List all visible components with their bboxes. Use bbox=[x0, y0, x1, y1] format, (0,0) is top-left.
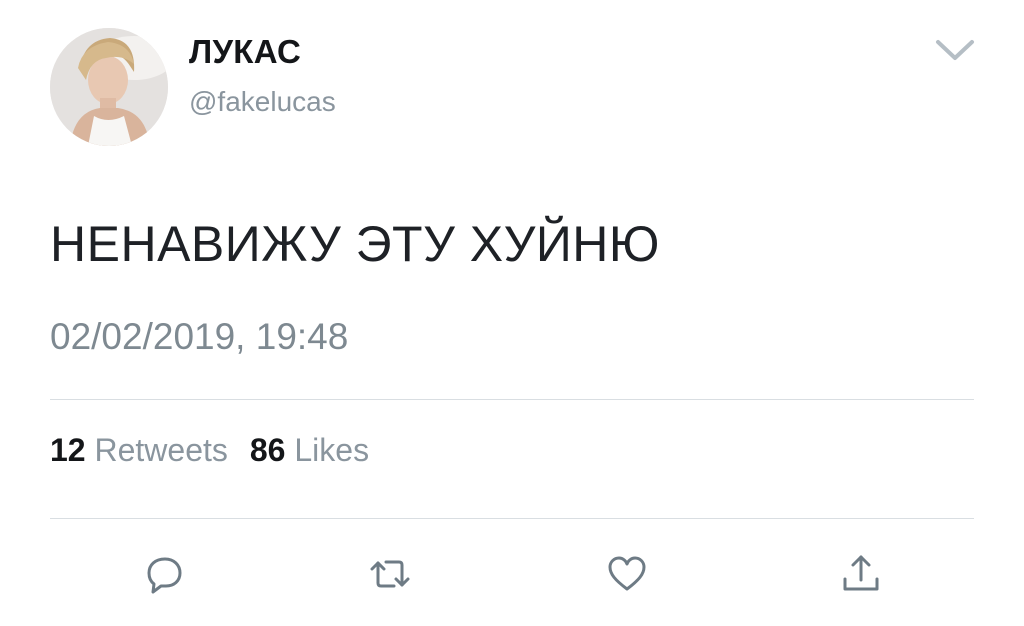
tweet-detail: ЛУКАС @fakelucas НЕНАВИЖУ ЭТУ ХУЙНЮ 02/0… bbox=[0, 0, 1024, 626]
display-name[interactable]: ЛУКАС bbox=[189, 33, 301, 71]
user-handle[interactable]: @fakelucas bbox=[189, 86, 336, 118]
retweets-label: Retweets bbox=[94, 432, 228, 468]
retweets-count: 12 bbox=[50, 432, 86, 468]
heart-icon bbox=[608, 556, 646, 591]
likes-stat[interactable]: 86 Likes bbox=[250, 432, 369, 468]
avatar[interactable] bbox=[50, 28, 168, 146]
share-icon bbox=[843, 555, 879, 591]
chevron-down-icon[interactable] bbox=[930, 32, 980, 66]
reply-button[interactable] bbox=[143, 553, 187, 595]
retweet-button[interactable] bbox=[368, 553, 412, 595]
engagement-stats: 12 Retweets 86 Likes bbox=[50, 432, 369, 469]
retweets-stat[interactable]: 12 Retweets bbox=[50, 432, 228, 468]
avatar-photo bbox=[50, 28, 168, 146]
tweet-timestamp[interactable]: 02/02/2019, 19:48 bbox=[50, 316, 348, 358]
retweet-icon bbox=[370, 560, 410, 588]
share-button[interactable] bbox=[839, 553, 883, 595]
like-button[interactable] bbox=[605, 553, 649, 595]
reply-icon bbox=[147, 557, 182, 594]
likes-label: Likes bbox=[294, 432, 370, 468]
tweet-text: НЕНАВИЖУ ЭТУ ХУЙНЮ bbox=[50, 216, 660, 272]
likes-count: 86 bbox=[249, 432, 286, 468]
divider bbox=[50, 518, 974, 519]
divider bbox=[50, 399, 974, 400]
